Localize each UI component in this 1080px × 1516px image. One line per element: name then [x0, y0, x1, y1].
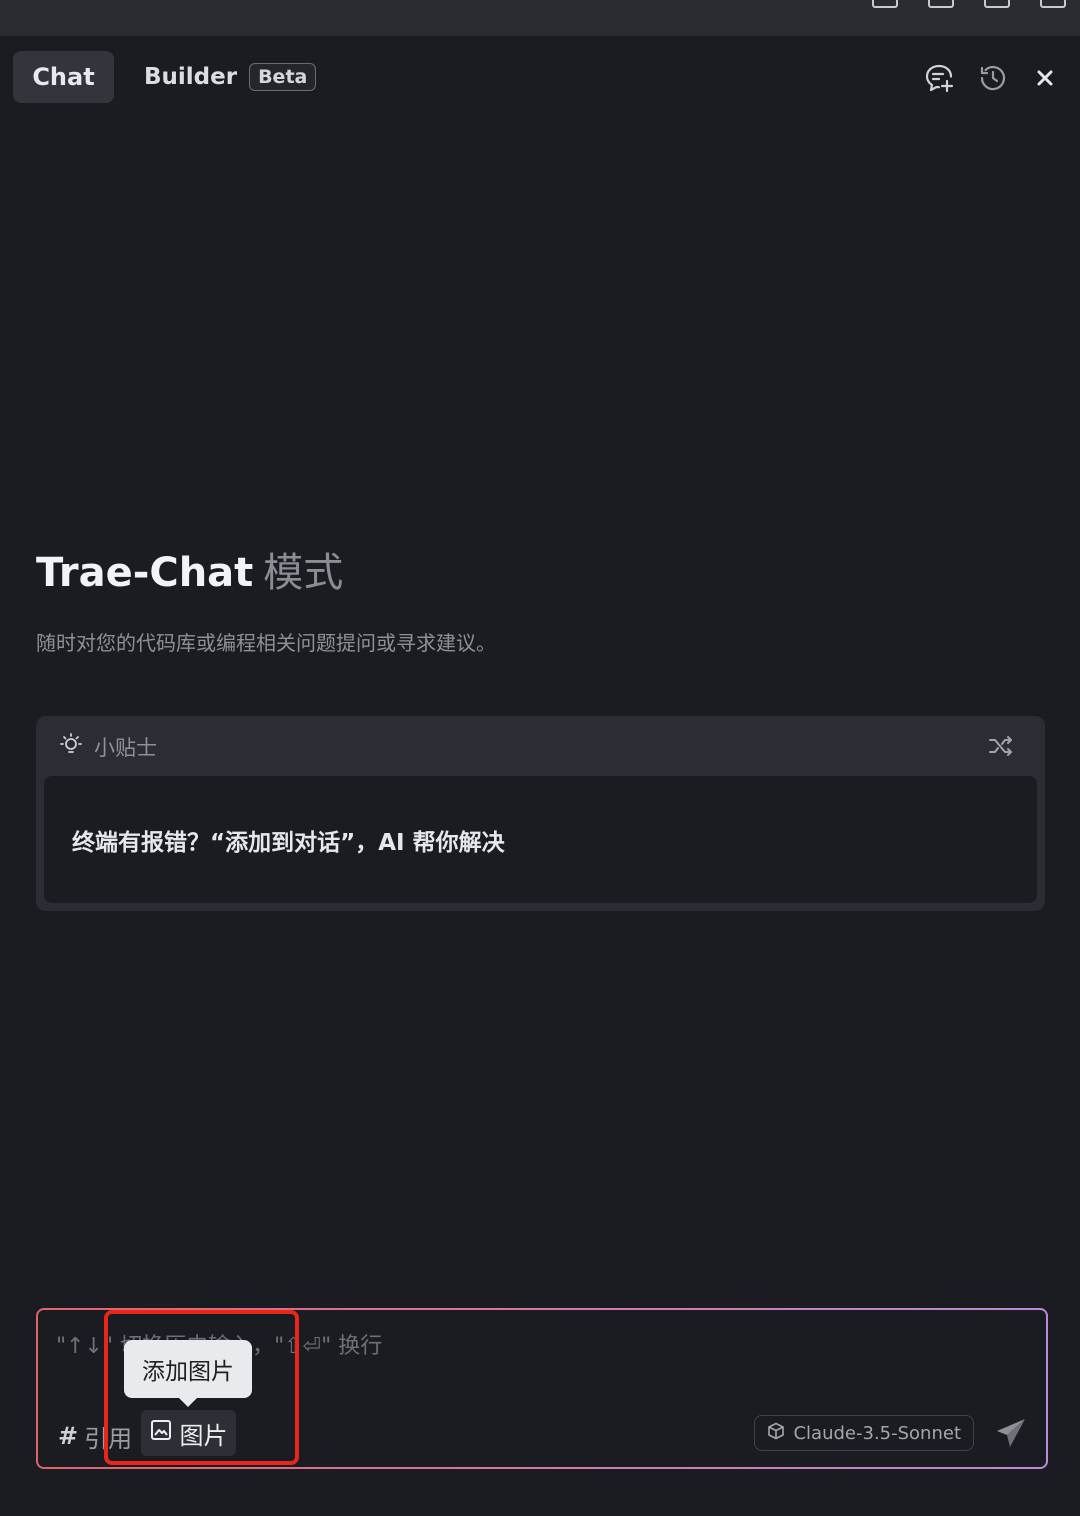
layout-icon-3[interactable]	[984, 0, 1010, 8]
tab-chat-label: Chat	[32, 63, 95, 91]
close-icon[interactable]	[1029, 62, 1061, 94]
history-icon[interactable]	[977, 62, 1009, 94]
chat-input-box[interactable]: "↑↓" 切换历史输入，"⇧⏎" 换行 # 引用 图片 添加图片	[36, 1308, 1048, 1469]
layout-icon-4[interactable]	[1040, 0, 1066, 8]
new-chat-icon[interactable]	[923, 62, 955, 94]
page-title: Trae-Chat 模式	[36, 540, 343, 598]
tips-header: 小贴士	[58, 732, 157, 762]
cube-icon	[767, 1422, 785, 1445]
shuffle-icon[interactable]	[987, 732, 1015, 760]
lightbulb-icon	[58, 732, 84, 763]
tab-builder-label: Builder	[144, 64, 238, 90]
hash-icon: #	[58, 1422, 79, 1450]
page-title-mode: 模式	[263, 550, 344, 596]
tip-text: 终端有报错？“添加到对话”，AI 帮你解决	[44, 776, 1037, 903]
window-layout-controls	[872, 0, 1066, 8]
chat-input-inner: "↑↓" 切换历史输入，"⇧⏎" 换行 # 引用 图片 添加图片	[38, 1310, 1046, 1467]
beta-badge: Beta	[249, 63, 317, 91]
send-icon[interactable]	[994, 1416, 1028, 1450]
highlight-box	[104, 1310, 299, 1465]
model-selector[interactable]: Claude-3.5-Sonnet	[754, 1415, 974, 1451]
page-subtitle: 随时对您的代码库或编程相关问题提问或寻求建议。	[36, 631, 496, 655]
tab-chat[interactable]: Chat	[13, 51, 114, 103]
layout-icon-1[interactable]	[872, 0, 898, 8]
tab-builder[interactable]: Builder Beta	[144, 51, 317, 103]
layout-icon-2[interactable]	[928, 0, 954, 8]
tips-title: 小贴士	[94, 736, 157, 760]
window-top-strip	[0, 0, 1080, 36]
tips-card: 小贴士 终端有报错？“添加到对话”，AI 帮你解决	[36, 716, 1045, 911]
chat-panel: Chat Builder Beta Trae-Chat 模式 随时对您的代码库或编…	[0, 36, 1080, 1506]
model-name: Claude-3.5-Sonnet	[793, 1422, 961, 1444]
page-title-name: Trae-Chat	[36, 550, 254, 596]
